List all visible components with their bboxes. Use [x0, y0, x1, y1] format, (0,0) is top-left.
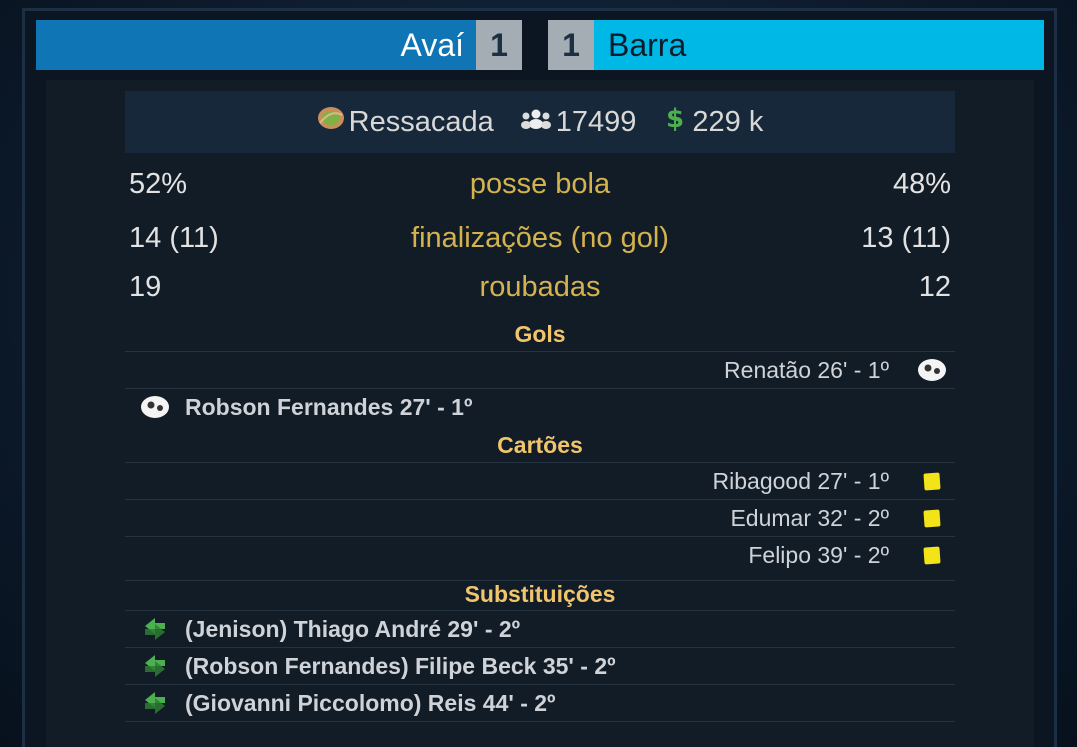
- away-shots: 13 (11): [861, 222, 951, 254]
- home-team-name: Avaí: [400, 26, 464, 63]
- card-text: Felipo 39' - 2º: [748, 541, 889, 568]
- card-text: Edumar 32' - 2º: [730, 504, 889, 531]
- subs-heading: Substituições: [125, 580, 955, 608]
- home-team-bar: Avaí: [36, 20, 476, 70]
- away-team-name: Barra: [608, 26, 687, 63]
- list-divider: [125, 721, 955, 722]
- soccer-ball-icon: [125, 395, 185, 419]
- attendance-value: 17499: [555, 105, 637, 138]
- goal-row: Renatão 26' - 1º: [125, 351, 955, 388]
- stadium-icon: [317, 105, 345, 139]
- goals-heading: Gols: [514, 321, 566, 347]
- away-team-bar: Barra: [594, 20, 1044, 70]
- sub-row: (Robson Fernandes) Filipe Beck 35' - 2º: [125, 647, 955, 684]
- goal-text: Robson Fernandes 27' - 1º: [185, 393, 473, 420]
- substitution-icon: [125, 690, 185, 716]
- sub-text: (Robson Fernandes) Filipe Beck 35' - 2º: [185, 652, 616, 679]
- away-tackles: 12: [918, 271, 951, 303]
- goal-row: Robson Fernandes 27' - 1º: [125, 388, 955, 425]
- away-score: 1: [548, 20, 594, 70]
- soccer-ball-icon: [909, 358, 955, 382]
- cards-heading: Cartões: [497, 432, 583, 458]
- crowd-icon: [520, 106, 552, 139]
- stadium-name: Ressacada: [348, 105, 494, 138]
- sub-row: (Giovanni Piccolomo) Reis 44' - 2º: [125, 684, 955, 721]
- income-value: 229 k: [692, 105, 764, 138]
- substitution-icon: [125, 653, 185, 679]
- yellow-card-icon: [909, 471, 955, 491]
- substitution-icon: [125, 616, 185, 642]
- yellow-card-icon: [909, 508, 955, 528]
- shots-label: finalizações (no gol): [411, 222, 669, 254]
- away-possession: 48%: [892, 168, 951, 200]
- money-icon: $: [662, 104, 688, 139]
- svg-text:$: $: [666, 105, 684, 131]
- stat-row-possession: 52% posse bola 48%: [125, 168, 955, 208]
- card-row: Ribagood 27' - 1º: [125, 462, 955, 499]
- tackles-label: roubadas: [479, 271, 601, 303]
- card-row: Felipo 39' - 2º: [125, 536, 955, 573]
- score-divider: [522, 20, 548, 70]
- stat-row-tackles: 19 roubadas 12: [125, 271, 955, 311]
- yellow-card-icon: [909, 545, 955, 565]
- scoreboard: Avaí 1 1 Barra: [36, 20, 1044, 70]
- sub-text: (Jenison) Thiago André 29' - 2º: [185, 615, 521, 642]
- venue-info: Ressacada 17499 $ 229 k: [125, 91, 955, 153]
- stat-row-shots: 14 (11) finalizações (no gol) 13 (11): [125, 222, 955, 262]
- sub-row: (Jenison) Thiago André 29' - 2º: [125, 610, 955, 647]
- card-text: Ribagood 27' - 1º: [712, 467, 889, 494]
- home-score: 1: [476, 20, 522, 70]
- card-row: Edumar 32' - 2º: [125, 499, 955, 536]
- goal-text: Renatão 26' - 1º: [724, 356, 889, 383]
- possession-label: posse bola: [469, 168, 611, 200]
- sub-text: (Giovanni Piccolomo) Reis 44' - 2º: [185, 689, 556, 716]
